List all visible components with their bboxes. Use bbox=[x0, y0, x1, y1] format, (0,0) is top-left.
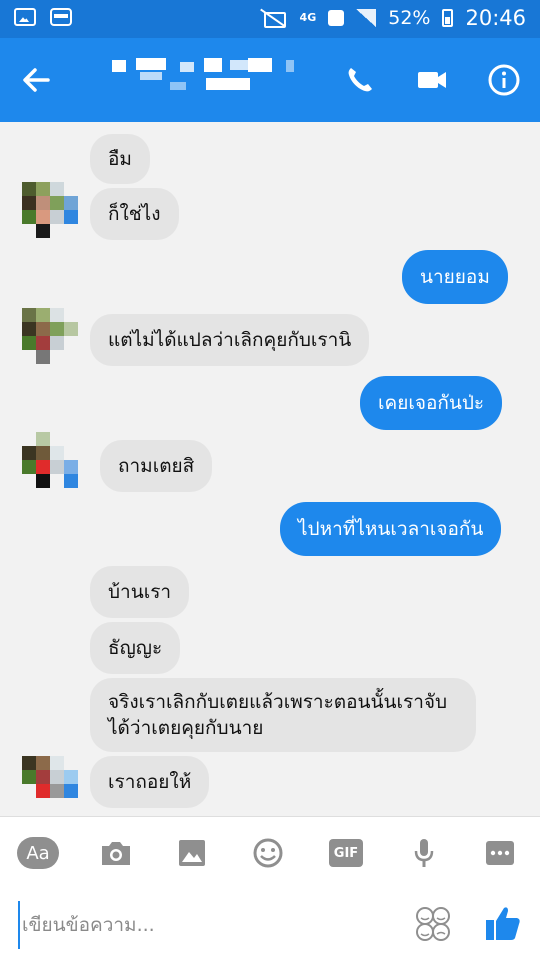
outgoing-message[interactable]: นายยอม bbox=[402, 250, 508, 304]
text-style-button[interactable]: Aa bbox=[16, 835, 60, 871]
message-input-wrap bbox=[18, 901, 378, 949]
contact-avatar[interactable] bbox=[22, 308, 78, 364]
message-input[interactable] bbox=[18, 901, 378, 949]
contact-avatar[interactable] bbox=[22, 752, 78, 808]
contact-avatar[interactable] bbox=[22, 182, 78, 238]
phone-icon bbox=[348, 68, 372, 92]
smiley-icon bbox=[253, 838, 283, 868]
more-icon bbox=[486, 841, 514, 865]
message-line: ได้ว่าเตยคุยกับนาย bbox=[108, 717, 264, 739]
camera-button[interactable] bbox=[94, 835, 138, 871]
contact-name-pixelated[interactable] bbox=[110, 56, 300, 96]
stickers-icon bbox=[416, 907, 450, 941]
contact-avatar[interactable] bbox=[22, 432, 78, 488]
camera-icon bbox=[102, 842, 130, 865]
incoming-message[interactable]: ธัญญะ bbox=[90, 622, 181, 674]
emoji-button[interactable] bbox=[246, 835, 290, 871]
info-icon bbox=[488, 64, 520, 96]
status-bar: 4G 52% 20:46 bbox=[0, 0, 540, 38]
network-type: 4G bbox=[299, 11, 317, 24]
image-icon bbox=[179, 840, 205, 866]
incoming-message[interactable]: แต่ไม่ได้แปลว่าเลิกคุยกับเรานิ bbox=[90, 314, 370, 366]
incoming-message[interactable]: เราถอยให้ bbox=[90, 756, 210, 808]
voice-message-button[interactable] bbox=[402, 835, 446, 871]
gallery-notification-icon bbox=[14, 8, 36, 26]
incoming-message-multiline[interactable]: จริงเราเลิกกับเตยแล้วเพราะตอนนั้นเราจับ … bbox=[90, 678, 476, 752]
more-options-button[interactable] bbox=[478, 835, 522, 871]
incoming-message[interactable]: บ้านเรา bbox=[90, 566, 190, 618]
voice-call-button[interactable] bbox=[338, 58, 382, 102]
incoming-message[interactable]: อืม bbox=[90, 134, 150, 184]
like-button[interactable] bbox=[484, 903, 522, 943]
gallery-button[interactable] bbox=[170, 835, 214, 871]
gif-button[interactable]: GIF bbox=[324, 835, 368, 871]
gif-icon: GIF bbox=[329, 839, 363, 867]
back-arrow-icon[interactable] bbox=[14, 58, 58, 102]
video-camera-icon bbox=[418, 72, 446, 88]
message-thread[interactable]: อืม ก็ใช่ไง นายยอม แต่ไม่ได้แปลว่าเลิกคุ… bbox=[0, 122, 540, 816]
thumbs-up-icon bbox=[486, 907, 520, 940]
incoming-message[interactable]: ก็ใช่ไง bbox=[90, 188, 179, 240]
aa-icon: Aa bbox=[17, 837, 59, 869]
sticker-button[interactable] bbox=[414, 905, 452, 943]
message-line: จริงเราเลิกกับเตยแล้วเพราะตอนนั้นเราจับ bbox=[108, 691, 448, 713]
signal-icon bbox=[356, 9, 377, 27]
message-composer: Aa GIF bbox=[0, 816, 540, 960]
conversation-header bbox=[0, 38, 540, 122]
outgoing-message[interactable]: เคยเจอกันป่ะ bbox=[360, 376, 503, 430]
vibrate-off-icon bbox=[258, 8, 288, 28]
battery-icon bbox=[442, 9, 454, 27]
clock: 20:46 bbox=[465, 6, 526, 30]
incoming-message[interactable]: ถามเตยสิ bbox=[100, 440, 213, 492]
microphone-icon bbox=[414, 839, 434, 867]
info-button[interactable] bbox=[482, 58, 526, 102]
video-call-button[interactable] bbox=[410, 58, 454, 102]
card-notification-icon bbox=[50, 8, 72, 26]
data-saver-icon bbox=[328, 10, 345, 26]
outgoing-message[interactable]: ไปหาที่ไหนเวลาเจอกัน bbox=[280, 502, 502, 556]
battery-percent: 52% bbox=[388, 7, 431, 29]
